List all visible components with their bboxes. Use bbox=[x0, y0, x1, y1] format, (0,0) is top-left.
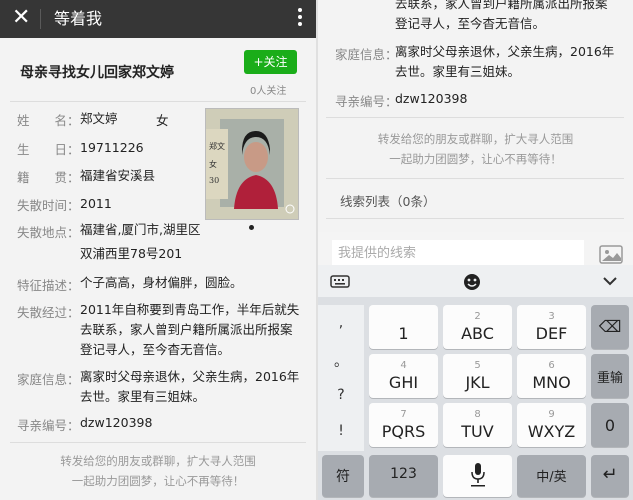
keyboard: , 。 ? ! 1 2 ABC 3 DEF ⌫ 4 GHI 5 JKL 6 MN… bbox=[318, 265, 633, 500]
left-pane: ✕ 等着我 母亲寻找女儿回家郑文婷 +关注 0人关注 姓 名： 郑文婷 女 生 … bbox=[0, 0, 316, 500]
symbol-key[interactable]: 。 bbox=[318, 351, 364, 371]
field-value: 郑文婷 bbox=[80, 111, 118, 126]
field-label: 寻亲编号： bbox=[335, 94, 398, 109]
app-bar-divider bbox=[40, 9, 41, 29]
space-key[interactable] bbox=[443, 455, 512, 497]
symbol-column[interactable]: , 。 ? ! bbox=[318, 305, 364, 451]
reenter-key[interactable]: 重输 bbox=[591, 354, 629, 398]
field-label: 特征描述： bbox=[17, 278, 80, 293]
field-value: 19711226 bbox=[80, 140, 144, 155]
key-2-abc[interactable]: 2 ABC bbox=[443, 305, 512, 349]
svg-text:女: 女 bbox=[209, 159, 217, 169]
svg-text:30: 30 bbox=[209, 176, 219, 185]
post-header: 母亲寻找女儿回家郑文婷 +关注 0人关注 bbox=[0, 38, 316, 100]
share-hint-line1: 转发给您的朋友或群聊，扩大寻人范围 bbox=[377, 132, 574, 146]
portrait-photo[interactable]: 郑文 女 30 bbox=[205, 108, 299, 220]
share-hint-line2: 一起助力团圆梦，让心不再等待！ bbox=[389, 152, 562, 166]
clue-list-title[interactable]: 线索列表（0条） bbox=[340, 191, 435, 210]
key-0[interactable]: 0 bbox=[591, 403, 629, 447]
svg-text:郑文: 郑文 bbox=[209, 141, 225, 151]
more-menu-icon[interactable] bbox=[298, 8, 302, 29]
backspace-icon: ⌫ bbox=[598, 317, 622, 336]
field-label: 失散经过： bbox=[17, 305, 80, 320]
follow-count: 0人关注 bbox=[250, 86, 287, 97]
field-label: 姓 名： bbox=[17, 113, 80, 128]
key-1[interactable]: 1 bbox=[369, 305, 438, 349]
field-value-line: 登记寻人，至今杳无音信。 bbox=[80, 342, 231, 357]
follow-button[interactable]: +关注 bbox=[244, 50, 297, 74]
key-6-mno[interactable]: 6 MNO bbox=[517, 354, 586, 398]
share-hint-line1: 转发给您的朋友或群聊，扩大寻人范围 bbox=[60, 454, 256, 468]
key-4-ghi[interactable]: 4 GHI bbox=[369, 354, 438, 398]
enter-icon: ↵ bbox=[602, 464, 618, 485]
share-hint-line2: 一起助力团圆梦，让心不再等待！ bbox=[71, 474, 245, 488]
story-tail-line: 登记寻人，至今杳无音信。 bbox=[395, 16, 546, 31]
chevron-down-icon[interactable] bbox=[603, 277, 617, 286]
key-3-def[interactable]: 3 DEF bbox=[517, 305, 586, 349]
divider bbox=[10, 101, 306, 102]
field-label: 生 日： bbox=[17, 142, 80, 157]
field-label: 失散时间： bbox=[17, 198, 80, 213]
language-switch-key[interactable]: 中/英 bbox=[517, 455, 586, 497]
app-bar-title: 等着我 bbox=[54, 9, 103, 28]
image-upload-icon[interactable] bbox=[599, 244, 625, 266]
field-value: 福建省安溪县 bbox=[80, 168, 156, 183]
key-5-jkl[interactable]: 5 JKL bbox=[443, 354, 512, 398]
field-value-line: 福建省,厦门市,湖里区 bbox=[80, 222, 201, 237]
divider bbox=[326, 218, 624, 219]
gender-value: 女 bbox=[156, 113, 169, 128]
clue-input[interactable] bbox=[332, 240, 584, 266]
post-title: 母亲寻找女儿回家郑文婷 bbox=[20, 65, 174, 81]
field-label: 失散地点： bbox=[17, 225, 80, 240]
field-value-line: 去世。家里有三姐妹。 bbox=[80, 389, 206, 404]
symbol-key[interactable]: , bbox=[318, 315, 364, 331]
backspace-key[interactable]: ⌫ bbox=[591, 305, 629, 349]
field-value-line: 双浦西里78号201 bbox=[80, 246, 183, 261]
symbol-mode-key[interactable]: 符 bbox=[322, 455, 364, 497]
keyboard-switch-icon[interactable] bbox=[330, 275, 350, 288]
divider bbox=[326, 117, 624, 118]
field-label: 寻亲编号： bbox=[17, 418, 80, 433]
key-8-tuv[interactable]: 8 TUV bbox=[443, 403, 512, 447]
field-label: 家庭信息： bbox=[17, 372, 80, 387]
field-label: 家庭信息： bbox=[335, 47, 398, 62]
divider bbox=[326, 178, 624, 179]
microphone-icon bbox=[471, 463, 485, 487]
right-pane: 去联系，家人曾到户籍所属派出所报案 登记寻人，至今杳无音信。 家庭信息： 离家时… bbox=[318, 0, 633, 500]
divider bbox=[10, 442, 306, 443]
family-line: 离家时父母亲退休，父亲生病，2016年 bbox=[395, 44, 615, 59]
symbol-key[interactable]: ? bbox=[318, 387, 364, 403]
keyboard-toolbar bbox=[318, 265, 633, 297]
field-value: 个子高高，身材偏胖，圆脸。 bbox=[80, 275, 243, 290]
field-value: dzw120398 bbox=[80, 415, 153, 430]
family-line: 去世。家里有三姐妹。 bbox=[395, 64, 521, 79]
field-label: 籍 贯： bbox=[17, 170, 80, 185]
portrait-image: 郑文 女 30 bbox=[206, 109, 298, 219]
search-id-value: dzw120398 bbox=[395, 91, 468, 106]
emoji-icon[interactable] bbox=[463, 273, 481, 291]
symbol-key[interactable]: ! bbox=[318, 423, 364, 439]
enter-key[interactable]: ↵ bbox=[591, 455, 629, 497]
story-tail-line: 去联系，家人曾到户籍所属派出所报案 bbox=[395, 0, 608, 11]
field-value: 2011 bbox=[80, 196, 112, 211]
key-9-wxyz[interactable]: 9 WXYZ bbox=[517, 403, 586, 447]
app-bar: ✕ 等着我 bbox=[0, 0, 316, 38]
key-7-pqrs[interactable]: 7 PQRS bbox=[369, 403, 438, 447]
photo-page-indicator bbox=[249, 225, 254, 230]
number-mode-key[interactable]: 123 bbox=[369, 455, 438, 497]
close-icon[interactable]: ✕ bbox=[12, 5, 30, 31]
